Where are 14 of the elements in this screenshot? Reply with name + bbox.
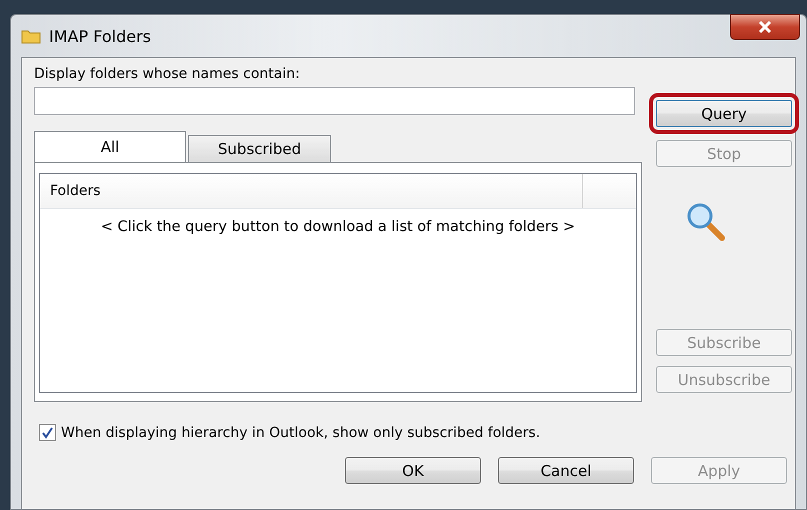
close-button[interactable] <box>730 14 800 40</box>
close-icon <box>758 21 772 33</box>
empty-message: < Click the query button to download a list of matching folders > <box>100 219 576 235</box>
dialog-button[interactable]: Cancel <box>498 457 634 484</box>
checkbox[interactable] <box>39 424 56 441</box>
tab[interactable]: Subscribed <box>188 135 331 162</box>
tab[interactable]: All <box>34 131 186 162</box>
filter-field[interactable] <box>34 87 635 115</box>
checkbox-label: When displaying hierarchy in Outlook, show only subscribed folders. <box>61 424 540 440</box>
dialog-button[interactable]: OK <box>345 457 481 484</box>
magnifier-icon <box>686 202 728 244</box>
folder-icon <box>21 28 41 44</box>
window-title: IMAP Folders <box>49 26 151 46</box>
filter-label: Display folders whose names contain: <box>34 66 301 82</box>
